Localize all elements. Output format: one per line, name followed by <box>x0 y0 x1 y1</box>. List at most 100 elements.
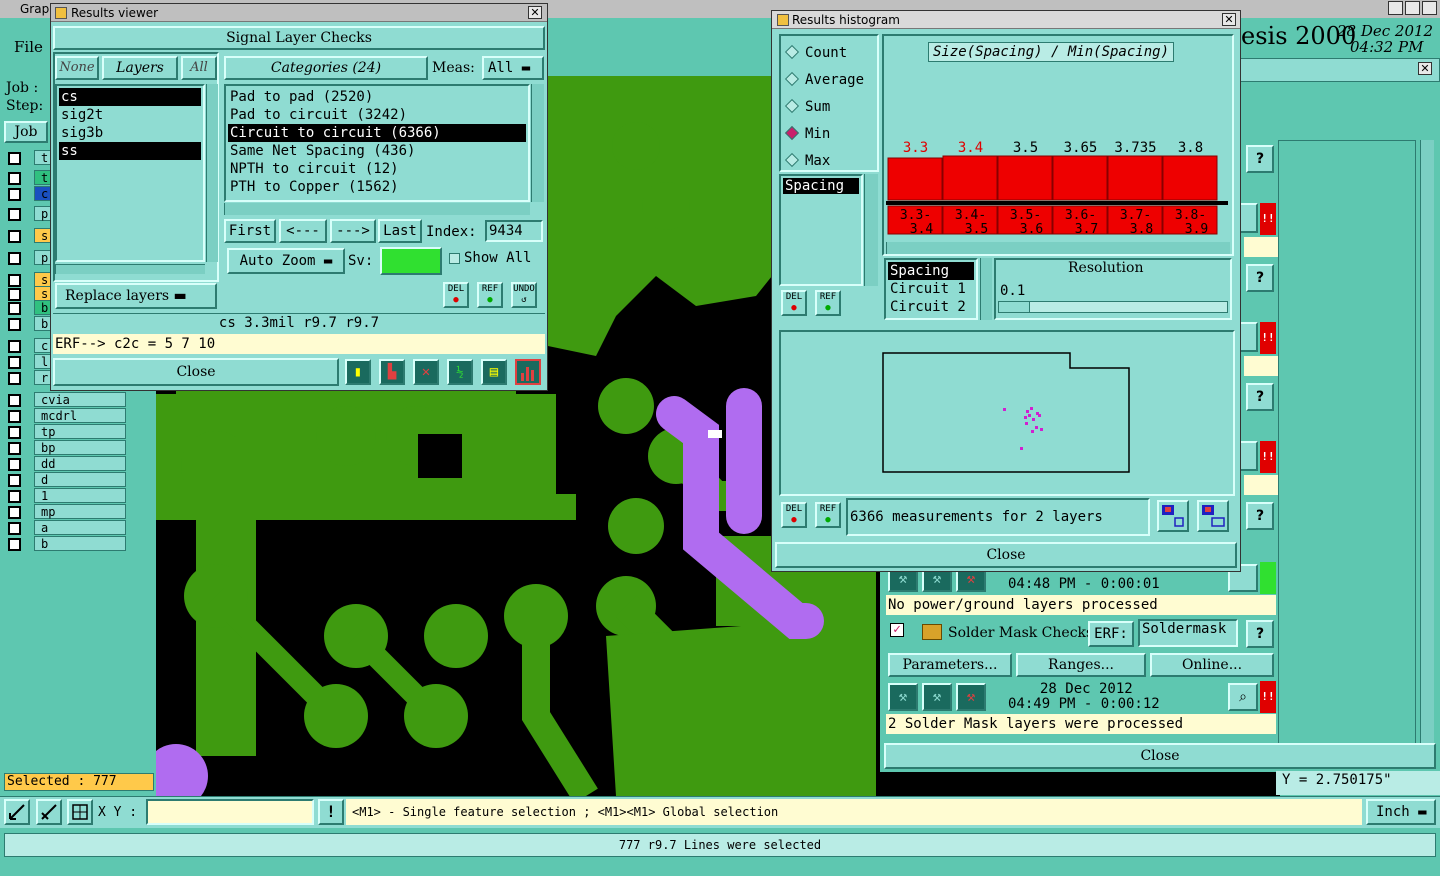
measure-list-scrollbar[interactable] <box>864 174 878 286</box>
layer-list-scrollbar[interactable] <box>206 84 218 262</box>
viewer-layer-item[interactable]: cs <box>59 88 201 106</box>
layer-checkbox[interactable] <box>8 208 21 221</box>
layer-checkbox[interactable] <box>8 252 21 265</box>
show-all-checkbox[interactable] <box>449 253 460 264</box>
details-listbox[interactable]: Spacing Circuit 1 Circuit 2 <box>884 258 978 320</box>
index-input[interactable]: 9434 <box>485 220 543 242</box>
layer-row[interactable]: 1 <box>4 488 126 504</box>
layer-listbox[interactable]: cs sig2t sig3b ss <box>55 84 205 262</box>
export-icon[interactable] <box>1157 500 1189 532</box>
layer-checkbox[interactable] <box>8 426 21 439</box>
job-button[interactable]: Job <box>4 121 48 143</box>
histogram-bar[interactable] <box>942 155 998 201</box>
layer-icon[interactable]: ▮ <box>345 359 371 385</box>
layer-row[interactable]: mcdrl <box>4 408 126 424</box>
first-button[interactable]: First <box>224 219 276 243</box>
layer-row[interactable]: bp <box>4 440 126 456</box>
grid-icon[interactable] <box>67 799 93 825</box>
layer-row[interactable]: cvia <box>4 392 126 408</box>
mode-radio[interactable]: Min <box>784 121 871 148</box>
ref-icon[interactable]: REF ● <box>815 290 841 316</box>
layer-checkbox[interactable] <box>8 458 21 471</box>
measure-listbox[interactable]: Spacing <box>779 174 863 286</box>
viewer-layer-item[interactable]: ss <box>59 142 201 160</box>
measure-icon[interactable] <box>36 799 62 825</box>
zoom-icon[interactable]: ⌕ <box>1228 683 1258 711</box>
layer-checkbox[interactable] <box>8 490 21 503</box>
details-item[interactable]: Spacing <box>888 262 974 280</box>
replace-layers-select[interactable]: Replace layers ▬ <box>55 283 217 309</box>
histogram-bar[interactable] <box>1107 155 1163 201</box>
layer-checkbox[interactable] <box>8 442 21 455</box>
viewer-close-button[interactable]: Close <box>53 358 339 386</box>
layer-checkbox[interactable] <box>8 340 21 353</box>
del-icon[interactable]: DEL ● <box>781 290 807 316</box>
categories-listbox[interactable]: Pad to pad (2520) Pad to circuit (3242) Ci… <box>224 84 530 202</box>
viewer-layer-item[interactable]: sig3b <box>59 124 201 142</box>
checklist-scrollbar[interactable] <box>1420 140 1434 766</box>
del-icon[interactable]: DEL ● <box>781 502 807 528</box>
help-button[interactable]: ? <box>1246 145 1274 173</box>
del-icon[interactable]: DEL ● <box>443 282 469 308</box>
measure-list-item[interactable]: Spacing <box>783 178 859 194</box>
run-icon[interactable]: ⚒ <box>888 683 918 711</box>
category-item[interactable]: Same Net Spacing (436) <box>228 142 526 160</box>
help-button[interactable]: ? <box>1246 383 1274 411</box>
categories-header[interactable]: Categories (24) <box>224 56 428 80</box>
histogram-bar[interactable] <box>997 155 1053 201</box>
layer-row[interactable]: dd <box>4 456 126 472</box>
unit-select[interactable]: Inch ▬ <box>1366 799 1436 825</box>
layer-checkbox[interactable] <box>8 474 21 487</box>
histogram-bar[interactable] <box>887 157 943 201</box>
layers-all-button[interactable]: All <box>181 56 217 80</box>
import-icon[interactable] <box>1197 500 1229 532</box>
category-item[interactable]: PTH to Copper (1562) <box>228 178 526 196</box>
help-button[interactable]: ? <box>1246 264 1274 292</box>
xy-input[interactable] <box>146 799 314 825</box>
close-app-button[interactable] <box>1422 1 1437 15</box>
histogram-bar[interactable] <box>1052 155 1108 201</box>
layer-checkbox[interactable] <box>8 172 21 185</box>
zoom-fit-icon[interactable] <box>4 799 30 825</box>
layer-checkbox[interactable] <box>8 538 21 551</box>
flag-icon[interactable]: ▙ <box>379 359 405 385</box>
category-item[interactable]: NPTH to circuit (12) <box>228 160 526 178</box>
category-item[interactable]: Circuit to circuit (6366) <box>228 124 526 142</box>
histogram-icon[interactable] <box>515 359 541 385</box>
help-button[interactable]: ? <box>1246 502 1274 530</box>
viewer-layer-item[interactable]: sig2t <box>59 106 201 124</box>
sv-color-select[interactable] <box>380 247 442 275</box>
erf-icon[interactable]: ✕ <box>413 359 439 385</box>
layer-row[interactable]: a <box>4 520 126 536</box>
layers-none-button[interactable]: None <box>55 56 99 80</box>
mode-radio[interactable]: Sum <box>784 94 871 121</box>
layer-checkbox[interactable] <box>8 372 21 385</box>
layer-row[interactable]: tp <box>4 424 126 440</box>
results-viewer-close-icon[interactable]: ✕ <box>528 6 542 19</box>
chart-hscrollbar[interactable] <box>886 242 1230 254</box>
details-item[interactable]: Circuit 2 <box>888 298 974 316</box>
mode-radio[interactable]: Max <box>784 148 871 175</box>
layer-checkbox[interactable] <box>8 188 21 201</box>
file-menu[interactable]: File <box>14 38 43 56</box>
solder-checkbox[interactable]: ✓ <box>890 623 904 637</box>
last-button[interactable]: Last <box>378 219 422 243</box>
parameters-button[interactable]: Parameters... <box>888 653 1012 677</box>
category-item[interactable]: Pad to circuit (3242) <box>228 106 526 124</box>
online-button[interactable]: Online... <box>1150 653 1274 677</box>
layer-checkbox[interactable] <box>8 318 21 331</box>
layer-list-hscrollbar[interactable] <box>55 264 205 274</box>
checklist-close-button[interactable]: Close <box>884 743 1436 769</box>
categories-hscrollbar[interactable] <box>224 203 530 215</box>
layer-checkbox[interactable] <box>8 522 21 535</box>
layer-checkbox[interactable] <box>8 356 21 369</box>
maximize-button[interactable] <box>1405 1 1420 15</box>
layer-checkbox[interactable] <box>8 410 21 423</box>
ref-icon[interactable]: REF ● <box>477 282 503 308</box>
histogram-chart[interactable]: 3.33.3-3.43.43.4-3.53.53.5-3.63.653.6-3.… <box>884 130 1230 242</box>
run-all-icon[interactable]: ⚒ <box>922 683 952 711</box>
next-button[interactable]: ---> <box>330 219 376 243</box>
slider-thumb[interactable] <box>999 302 1030 312</box>
report-icon[interactable]: ▤ <box>481 359 507 385</box>
auto-zoom-select[interactable]: Auto Zoom ▬ <box>227 248 345 274</box>
